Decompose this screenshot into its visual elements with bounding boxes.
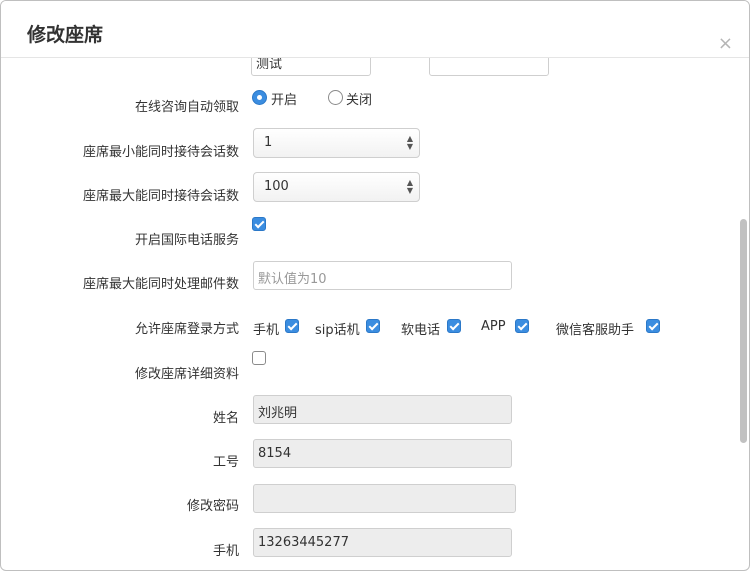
radio-auto-on-label[interactable]: 开启 (271, 89, 297, 108)
phone-input[interactable]: 13263445277 (253, 528, 512, 557)
scrollbar-thumb[interactable] (740, 219, 747, 443)
login-method-label-wechat: 微信客服助手 (556, 323, 635, 338)
select-arrows-icon: ▲ ▼ (406, 178, 413, 195)
max-mail-input[interactable]: 默认值为10 (253, 261, 512, 290)
radio-auto-off-label[interactable]: 关闭 (346, 89, 372, 108)
max-sessions-label: 座席最大能同时接待会话数 (82, 189, 239, 204)
dialog-title: 修改座席 (27, 24, 104, 46)
radio-auto-on[interactable] (252, 90, 267, 105)
login-method-checkbox-app[interactable] (515, 319, 529, 333)
max-sessions-select[interactable]: 100 ▲ ▼ (253, 172, 420, 202)
login-method-label-sip: sip话机 (315, 323, 360, 338)
max-sessions-value: 100 (264, 179, 289, 194)
edit-details-label: 修改座席详细资料 (134, 367, 239, 382)
login-methods-label: 允许座席登录方式 (134, 322, 239, 337)
max-mail-label: 座席最大能同时处理邮件数 (82, 277, 239, 292)
top-field-1[interactable]: 测试 (251, 58, 371, 76)
dialog-body: 测试 在线咨询自动领取 开启 关闭 座席最小能同时接待会话数 1 ▲ ▼ 座席最大… (1, 58, 749, 570)
name-label: 姓名 (212, 411, 239, 426)
min-sessions-label: 座席最小能同时接待会话数 (82, 145, 239, 160)
password-input[interactable] (253, 484, 516, 513)
password-label: 修改密码 (186, 499, 239, 514)
dialog-header: 修改座席 × (1, 1, 749, 58)
login-method-label-app: APP (481, 319, 506, 334)
select-arrows-icon: ▲ ▼ (406, 134, 413, 151)
login-method-label-phone: 手机 (253, 323, 280, 338)
login-method-checkbox-wechat[interactable] (646, 319, 660, 333)
intl-phone-checkbox[interactable] (252, 217, 266, 231)
login-method-checkbox-phone[interactable] (285, 319, 299, 333)
min-sessions-select[interactable]: 1 ▲ ▼ (253, 128, 420, 158)
login-method-checkbox-softphone[interactable] (447, 319, 461, 333)
phone-label: 手机 (212, 544, 239, 559)
intl-phone-label: 开启国际电话服务 (134, 233, 239, 248)
login-method-checkbox-sip[interactable] (366, 319, 380, 333)
min-sessions-value: 1 (264, 135, 273, 150)
auto-receive-label: 在线咨询自动领取 (134, 100, 239, 115)
login-method-label-softphone: 软电话 (401, 323, 441, 338)
top-field-2[interactable] (429, 58, 549, 76)
edit-agent-dialog: 修改座席 × 测试 在线咨询自动领取 开启 关闭 座席最小能同时接待会话数 1 … (0, 0, 750, 571)
radio-auto-off[interactable] (328, 90, 343, 105)
name-input[interactable]: 刘兆明 (253, 395, 512, 424)
edit-details-checkbox[interactable] (252, 351, 266, 365)
close-icon[interactable]: × (718, 35, 733, 53)
work-id-input[interactable]: 8154 (253, 439, 512, 468)
work-id-label: 工号 (212, 455, 239, 470)
